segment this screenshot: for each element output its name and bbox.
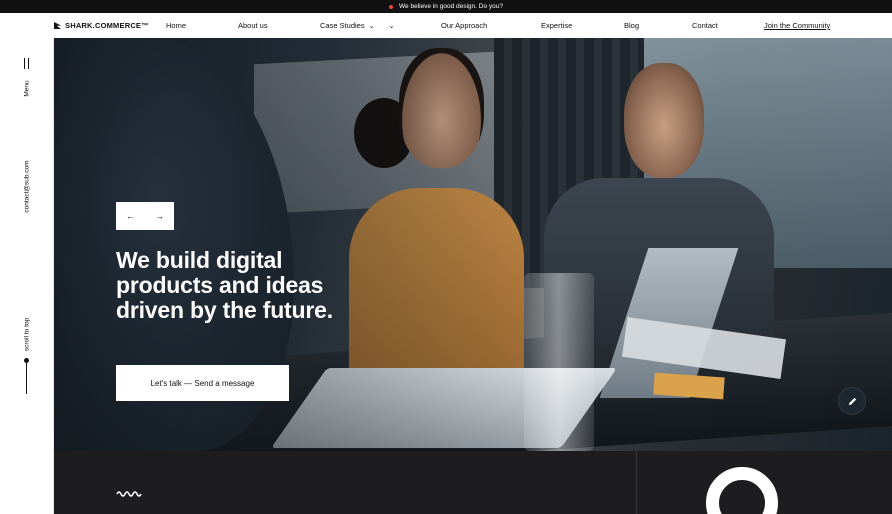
nav-join-community[interactable]: Join the Community [764,21,830,30]
nav-contact[interactable]: Contact [692,21,718,30]
wave-icon [116,491,142,497]
section-divider [636,451,637,514]
send-message-button[interactable]: Let's talk — Send a message [116,365,289,401]
ring-graphic [706,467,778,514]
intro-section [54,451,892,514]
nav-home[interactable]: Home [166,21,186,30]
hero-headline: We build digital products and ideas driv… [116,247,333,323]
hero-section: ← → We build digital products and ideas … [54,38,892,451]
arrow-right-icon[interactable]: → [155,211,164,221]
pencil-icon[interactable] [838,387,866,415]
sidebar: Menu contact@sub.com scroll to top [0,38,54,514]
arrow-left-icon[interactable]: ← [126,211,135,221]
pencil-icon-graphic [848,397,856,405]
nav-about-us[interactable]: About us [238,21,268,30]
nav-blog[interactable]: Blog [624,21,639,30]
nav-case-studies-label: Case Studies [320,21,365,30]
top-navigation: SHARK.COMMERCE™ Home About us Case Studi… [54,13,892,38]
scroll-indicator-line [26,358,27,394]
nav-expertise[interactable]: Expertise [541,21,572,30]
announcement-bar: We believe in good design. Do you? [0,0,892,13]
announcement-dot [389,4,394,9]
chevron-down-icon[interactable]: ⌄ [369,22,375,30]
menu-label[interactable]: Menu [24,80,31,96]
nav-case-studies[interactable]: Case Studies ⌄ ⌄ [320,21,395,30]
slider-controls: ← → [116,202,174,230]
menu-icon[interactable] [23,58,31,69]
shark-logo-icon [54,22,61,29]
logo[interactable]: SHARK.COMMERCE™ [54,21,149,30]
nav-our-approach[interactable]: Our Approach [441,21,487,30]
scroll-to-top-label[interactable]: scroll to top [24,318,31,351]
contact-email[interactable]: contact@sub.com [24,160,31,212]
logo-text: SHARK.COMMERCE™ [65,21,149,30]
chevron-down-icon[interactable]: ⌄ [389,22,395,30]
announcement-text: We believe in good design. Do you? [399,3,503,10]
